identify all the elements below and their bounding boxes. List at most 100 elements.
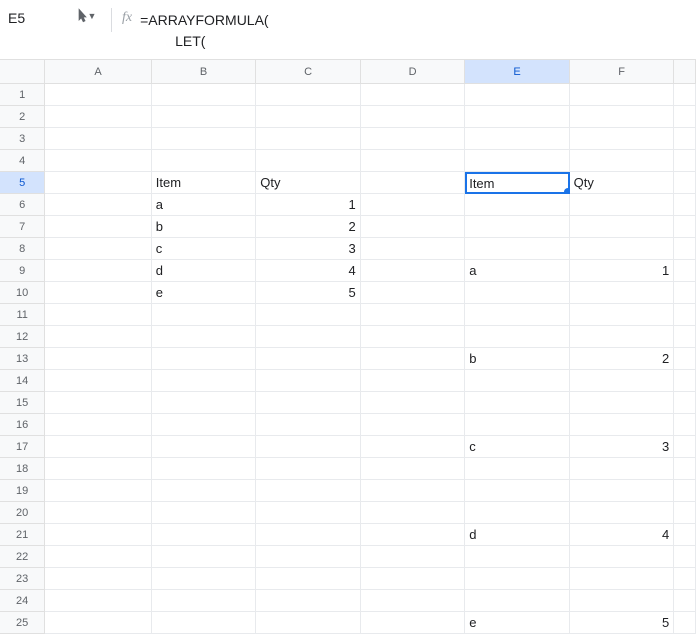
cell-C22[interactable] <box>256 546 360 568</box>
cell-partial-24[interactable] <box>674 590 696 612</box>
cell-C25[interactable] <box>256 612 360 634</box>
cell-partial-19[interactable] <box>674 480 696 502</box>
row-header-8[interactable]: 8 <box>0 238 45 260</box>
row-header-21[interactable]: 21 <box>0 524 45 546</box>
cell-partial-2[interactable] <box>674 106 696 128</box>
cell-B6[interactable]: a <box>152 194 256 216</box>
cell-B24[interactable] <box>152 590 256 612</box>
cell-D8[interactable] <box>361 238 465 260</box>
cell-F7[interactable] <box>570 216 674 238</box>
column-header-A[interactable]: A <box>45 60 151 83</box>
cell-C10[interactable]: 5 <box>256 282 360 304</box>
cell-F14[interactable] <box>570 370 674 392</box>
row-header-3[interactable]: 3 <box>0 128 45 150</box>
cell-B4[interactable] <box>152 150 256 172</box>
cell-partial-10[interactable] <box>674 282 696 304</box>
cell-F24[interactable] <box>570 590 674 612</box>
row-header-24[interactable]: 24 <box>0 590 45 612</box>
cell-F3[interactable] <box>570 128 674 150</box>
cell-A11[interactable] <box>45 304 151 326</box>
cell-A2[interactable] <box>45 106 151 128</box>
cell-B7[interactable]: b <box>152 216 256 238</box>
cell-partial-15[interactable] <box>674 392 696 414</box>
cell-E12[interactable] <box>465 326 569 348</box>
formula-input[interactable]: =ARRAYFORMULA( LET( <box>140 4 268 58</box>
cell-A7[interactable] <box>45 216 151 238</box>
cell-A24[interactable] <box>45 590 151 612</box>
row-header-18[interactable]: 18 <box>0 458 45 480</box>
cell-F10[interactable] <box>570 282 674 304</box>
cell-F15[interactable] <box>570 392 674 414</box>
cell-A23[interactable] <box>45 568 151 590</box>
cell-B22[interactable] <box>152 546 256 568</box>
cell-A14[interactable] <box>45 370 151 392</box>
column-header-B[interactable]: B <box>152 60 257 83</box>
cell-F1[interactable] <box>570 84 674 106</box>
cell-E8[interactable] <box>465 238 569 260</box>
cell-F22[interactable] <box>570 546 674 568</box>
cell-F11[interactable] <box>570 304 674 326</box>
cell-C24[interactable] <box>256 590 360 612</box>
select-all-corner[interactable] <box>0 60 45 83</box>
cell-E25[interactable]: e <box>465 612 569 634</box>
cell-D21[interactable] <box>361 524 465 546</box>
cell-F21[interactable]: 4 <box>570 524 674 546</box>
cell-A4[interactable] <box>45 150 151 172</box>
cell-D18[interactable] <box>361 458 465 480</box>
cell-C20[interactable] <box>256 502 360 524</box>
cell-C9[interactable]: 4 <box>256 260 360 282</box>
selection-handle[interactable] <box>564 188 570 194</box>
cell-B18[interactable] <box>152 458 256 480</box>
cell-D20[interactable] <box>361 502 465 524</box>
cell-A19[interactable] <box>45 480 151 502</box>
row-header-6[interactable]: 6 <box>0 194 45 216</box>
cell-A13[interactable] <box>45 348 151 370</box>
cell-D15[interactable] <box>361 392 465 414</box>
cell-B23[interactable] <box>152 568 256 590</box>
cell-partial-9[interactable] <box>674 260 696 282</box>
cell-F5[interactable]: Qty <box>570 172 674 194</box>
cell-D16[interactable] <box>361 414 465 436</box>
row-header-19[interactable]: 19 <box>0 480 45 502</box>
cell-D3[interactable] <box>361 128 465 150</box>
cell-C2[interactable] <box>256 106 360 128</box>
cell-E22[interactable] <box>465 546 569 568</box>
cell-D24[interactable] <box>361 590 465 612</box>
cell-E5[interactable]: Item <box>465 172 569 194</box>
cell-C8[interactable]: 3 <box>256 238 360 260</box>
cell-E6[interactable] <box>465 194 569 216</box>
cell-F8[interactable] <box>570 238 674 260</box>
row-header-9[interactable]: 9 <box>0 260 45 282</box>
cell-F12[interactable] <box>570 326 674 348</box>
cell-D19[interactable] <box>361 480 465 502</box>
cell-partial-20[interactable] <box>674 502 696 524</box>
cell-C5[interactable]: Qty <box>256 172 360 194</box>
cell-C3[interactable] <box>256 128 360 150</box>
cell-C15[interactable] <box>256 392 360 414</box>
cell-A21[interactable] <box>45 524 151 546</box>
cell-E23[interactable] <box>465 568 569 590</box>
row-header-25[interactable]: 25 <box>0 612 45 634</box>
cell-partial-25[interactable] <box>674 612 696 634</box>
cell-E4[interactable] <box>465 150 569 172</box>
cell-A18[interactable] <box>45 458 151 480</box>
cell-partial-23[interactable] <box>674 568 696 590</box>
cell-D12[interactable] <box>361 326 465 348</box>
cell-E16[interactable] <box>465 414 569 436</box>
row-header-12[interactable]: 12 <box>0 326 45 348</box>
cell-C7[interactable]: 2 <box>256 216 360 238</box>
cell-E9[interactable]: a <box>465 260 569 282</box>
cell-D17[interactable] <box>361 436 465 458</box>
cell-B2[interactable] <box>152 106 256 128</box>
cell-C4[interactable] <box>256 150 360 172</box>
cell-B12[interactable] <box>152 326 256 348</box>
cell-C14[interactable] <box>256 370 360 392</box>
cell-partial-22[interactable] <box>674 546 696 568</box>
cell-F17[interactable]: 3 <box>570 436 674 458</box>
cell-E2[interactable] <box>465 106 569 128</box>
cell-partial-5[interactable] <box>674 172 696 194</box>
cell-D4[interactable] <box>361 150 465 172</box>
cell-E11[interactable] <box>465 304 569 326</box>
cell-B16[interactable] <box>152 414 256 436</box>
cell-partial-13[interactable] <box>674 348 696 370</box>
